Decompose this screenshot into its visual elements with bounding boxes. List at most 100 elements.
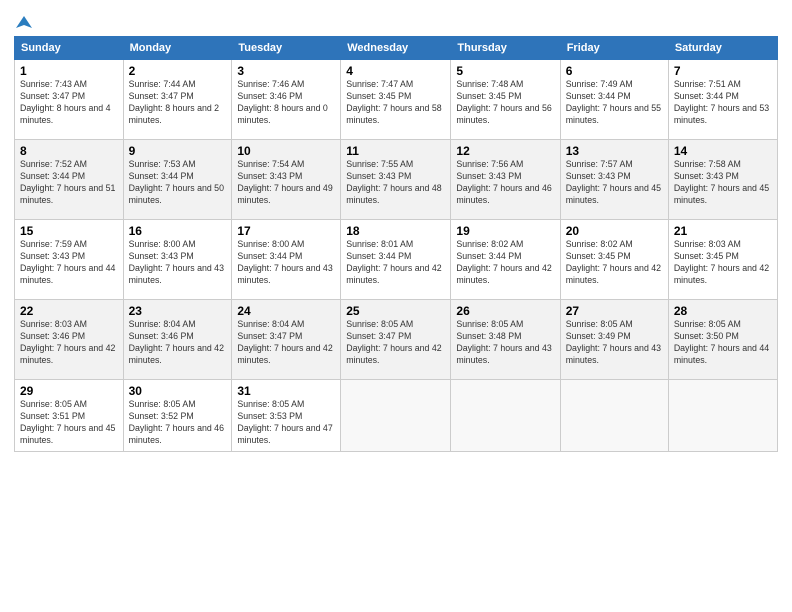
calendar-cell: 25 Sunrise: 8:05 AMSunset: 3:47 PMDaylig… — [341, 300, 451, 380]
calendar-cell — [668, 380, 777, 452]
day-info: Sunrise: 7:46 AMSunset: 3:46 PMDaylight:… — [237, 79, 327, 125]
day-number: 29 — [20, 384, 118, 398]
day-number: 20 — [566, 224, 663, 238]
day-number: 3 — [237, 64, 335, 78]
calendar-cell: 24 Sunrise: 8:04 AMSunset: 3:47 PMDaylig… — [232, 300, 341, 380]
day-number: 11 — [346, 144, 445, 158]
calendar-cell: 13 Sunrise: 7:57 AMSunset: 3:43 PMDaylig… — [560, 140, 668, 220]
calendar-cell: 22 Sunrise: 8:03 AMSunset: 3:46 PMDaylig… — [15, 300, 124, 380]
calendar-cell: 21 Sunrise: 8:03 AMSunset: 3:45 PMDaylig… — [668, 220, 777, 300]
calendar-header-tuesday: Tuesday — [232, 37, 341, 60]
day-info: Sunrise: 8:05 AMSunset: 3:52 PMDaylight:… — [129, 399, 224, 445]
calendar-week-4: 22 Sunrise: 8:03 AMSunset: 3:46 PMDaylig… — [15, 300, 778, 380]
day-info: Sunrise: 8:05 AMSunset: 3:50 PMDaylight:… — [674, 319, 769, 365]
day-number: 21 — [674, 224, 772, 238]
day-info: Sunrise: 7:59 AMSunset: 3:43 PMDaylight:… — [20, 239, 115, 285]
calendar-cell: 2 Sunrise: 7:44 AMSunset: 3:47 PMDayligh… — [123, 60, 232, 140]
calendar-week-1: 1 Sunrise: 7:43 AMSunset: 3:47 PMDayligh… — [15, 60, 778, 140]
page: SundayMondayTuesdayWednesdayThursdayFrid… — [0, 0, 792, 612]
day-info: Sunrise: 7:43 AMSunset: 3:47 PMDaylight:… — [20, 79, 110, 125]
day-number: 12 — [456, 144, 554, 158]
calendar-cell: 15 Sunrise: 7:59 AMSunset: 3:43 PMDaylig… — [15, 220, 124, 300]
calendar-cell: 28 Sunrise: 8:05 AMSunset: 3:50 PMDaylig… — [668, 300, 777, 380]
day-number: 10 — [237, 144, 335, 158]
day-number: 22 — [20, 304, 118, 318]
day-number: 6 — [566, 64, 663, 78]
calendar-cell: 27 Sunrise: 8:05 AMSunset: 3:49 PMDaylig… — [560, 300, 668, 380]
day-number: 19 — [456, 224, 554, 238]
day-info: Sunrise: 7:44 AMSunset: 3:47 PMDaylight:… — [129, 79, 219, 125]
day-number: 18 — [346, 224, 445, 238]
day-info: Sunrise: 7:57 AMSunset: 3:43 PMDaylight:… — [566, 159, 661, 205]
calendar-header-sunday: Sunday — [15, 37, 124, 60]
calendar-cell: 10 Sunrise: 7:54 AMSunset: 3:43 PMDaylig… — [232, 140, 341, 220]
day-info: Sunrise: 8:05 AMSunset: 3:51 PMDaylight:… — [20, 399, 115, 445]
day-number: 5 — [456, 64, 554, 78]
day-info: Sunrise: 8:05 AMSunset: 3:49 PMDaylight:… — [566, 319, 661, 365]
calendar-week-3: 15 Sunrise: 7:59 AMSunset: 3:43 PMDaylig… — [15, 220, 778, 300]
day-number: 17 — [237, 224, 335, 238]
calendar-cell: 12 Sunrise: 7:56 AMSunset: 3:43 PMDaylig… — [451, 140, 560, 220]
day-info: Sunrise: 8:04 AMSunset: 3:46 PMDaylight:… — [129, 319, 224, 365]
day-number: 9 — [129, 144, 227, 158]
calendar-cell: 4 Sunrise: 7:47 AMSunset: 3:45 PMDayligh… — [341, 60, 451, 140]
calendar-cell — [341, 380, 451, 452]
day-info: Sunrise: 7:54 AMSunset: 3:43 PMDaylight:… — [237, 159, 332, 205]
day-info: Sunrise: 8:00 AMSunset: 3:44 PMDaylight:… — [237, 239, 332, 285]
day-info: Sunrise: 8:02 AMSunset: 3:45 PMDaylight:… — [566, 239, 661, 285]
calendar-cell: 1 Sunrise: 7:43 AMSunset: 3:47 PMDayligh… — [15, 60, 124, 140]
calendar-cell: 17 Sunrise: 8:00 AMSunset: 3:44 PMDaylig… — [232, 220, 341, 300]
calendar-cell — [451, 380, 560, 452]
day-number: 26 — [456, 304, 554, 318]
calendar-cell: 8 Sunrise: 7:52 AMSunset: 3:44 PMDayligh… — [15, 140, 124, 220]
day-info: Sunrise: 7:53 AMSunset: 3:44 PMDaylight:… — [129, 159, 224, 205]
day-number: 25 — [346, 304, 445, 318]
calendar-cell: 18 Sunrise: 8:01 AMSunset: 3:44 PMDaylig… — [341, 220, 451, 300]
day-info: Sunrise: 8:05 AMSunset: 3:53 PMDaylight:… — [237, 399, 332, 445]
logo-bird-icon — [16, 14, 32, 30]
day-number: 31 — [237, 384, 335, 398]
day-number: 16 — [129, 224, 227, 238]
day-info: Sunrise: 8:03 AMSunset: 3:46 PMDaylight:… — [20, 319, 115, 365]
day-number: 2 — [129, 64, 227, 78]
day-info: Sunrise: 8:03 AMSunset: 3:45 PMDaylight:… — [674, 239, 769, 285]
calendar-cell: 20 Sunrise: 8:02 AMSunset: 3:45 PMDaylig… — [560, 220, 668, 300]
day-number: 4 — [346, 64, 445, 78]
calendar-cell: 23 Sunrise: 8:04 AMSunset: 3:46 PMDaylig… — [123, 300, 232, 380]
calendar-cell — [560, 380, 668, 452]
day-info: Sunrise: 7:55 AMSunset: 3:43 PMDaylight:… — [346, 159, 441, 205]
day-info: Sunrise: 7:56 AMSunset: 3:43 PMDaylight:… — [456, 159, 551, 205]
day-info: Sunrise: 8:05 AMSunset: 3:48 PMDaylight:… — [456, 319, 551, 365]
calendar-header-friday: Friday — [560, 37, 668, 60]
calendar-cell: 11 Sunrise: 7:55 AMSunset: 3:43 PMDaylig… — [341, 140, 451, 220]
calendar-cell: 31 Sunrise: 8:05 AMSunset: 3:53 PMDaylig… — [232, 380, 341, 452]
day-number: 14 — [674, 144, 772, 158]
day-number: 27 — [566, 304, 663, 318]
calendar-cell: 5 Sunrise: 7:48 AMSunset: 3:45 PMDayligh… — [451, 60, 560, 140]
calendar-week-5: 29 Sunrise: 8:05 AMSunset: 3:51 PMDaylig… — [15, 380, 778, 452]
calendar-header-saturday: Saturday — [668, 37, 777, 60]
calendar-cell: 30 Sunrise: 8:05 AMSunset: 3:52 PMDaylig… — [123, 380, 232, 452]
calendar-cell: 19 Sunrise: 8:02 AMSunset: 3:44 PMDaylig… — [451, 220, 560, 300]
day-info: Sunrise: 8:02 AMSunset: 3:44 PMDaylight:… — [456, 239, 551, 285]
day-number: 28 — [674, 304, 772, 318]
calendar-header-thursday: Thursday — [451, 37, 560, 60]
calendar-cell: 6 Sunrise: 7:49 AMSunset: 3:44 PMDayligh… — [560, 60, 668, 140]
calendar-cell: 3 Sunrise: 7:46 AMSunset: 3:46 PMDayligh… — [232, 60, 341, 140]
day-number: 8 — [20, 144, 118, 158]
day-info: Sunrise: 7:51 AMSunset: 3:44 PMDaylight:… — [674, 79, 769, 125]
day-number: 30 — [129, 384, 227, 398]
day-info: Sunrise: 8:01 AMSunset: 3:44 PMDaylight:… — [346, 239, 441, 285]
calendar-cell: 16 Sunrise: 8:00 AMSunset: 3:43 PMDaylig… — [123, 220, 232, 300]
day-info: Sunrise: 7:52 AMSunset: 3:44 PMDaylight:… — [20, 159, 115, 205]
calendar-header-monday: Monday — [123, 37, 232, 60]
day-info: Sunrise: 8:04 AMSunset: 3:47 PMDaylight:… — [237, 319, 332, 365]
calendar-header-row: SundayMondayTuesdayWednesdayThursdayFrid… — [15, 37, 778, 60]
day-info: Sunrise: 8:05 AMSunset: 3:47 PMDaylight:… — [346, 319, 441, 365]
logo — [14, 14, 32, 30]
calendar-cell: 9 Sunrise: 7:53 AMSunset: 3:44 PMDayligh… — [123, 140, 232, 220]
day-info: Sunrise: 7:48 AMSunset: 3:45 PMDaylight:… — [456, 79, 551, 125]
day-number: 24 — [237, 304, 335, 318]
day-number: 13 — [566, 144, 663, 158]
calendar-cell: 14 Sunrise: 7:58 AMSunset: 3:43 PMDaylig… — [668, 140, 777, 220]
